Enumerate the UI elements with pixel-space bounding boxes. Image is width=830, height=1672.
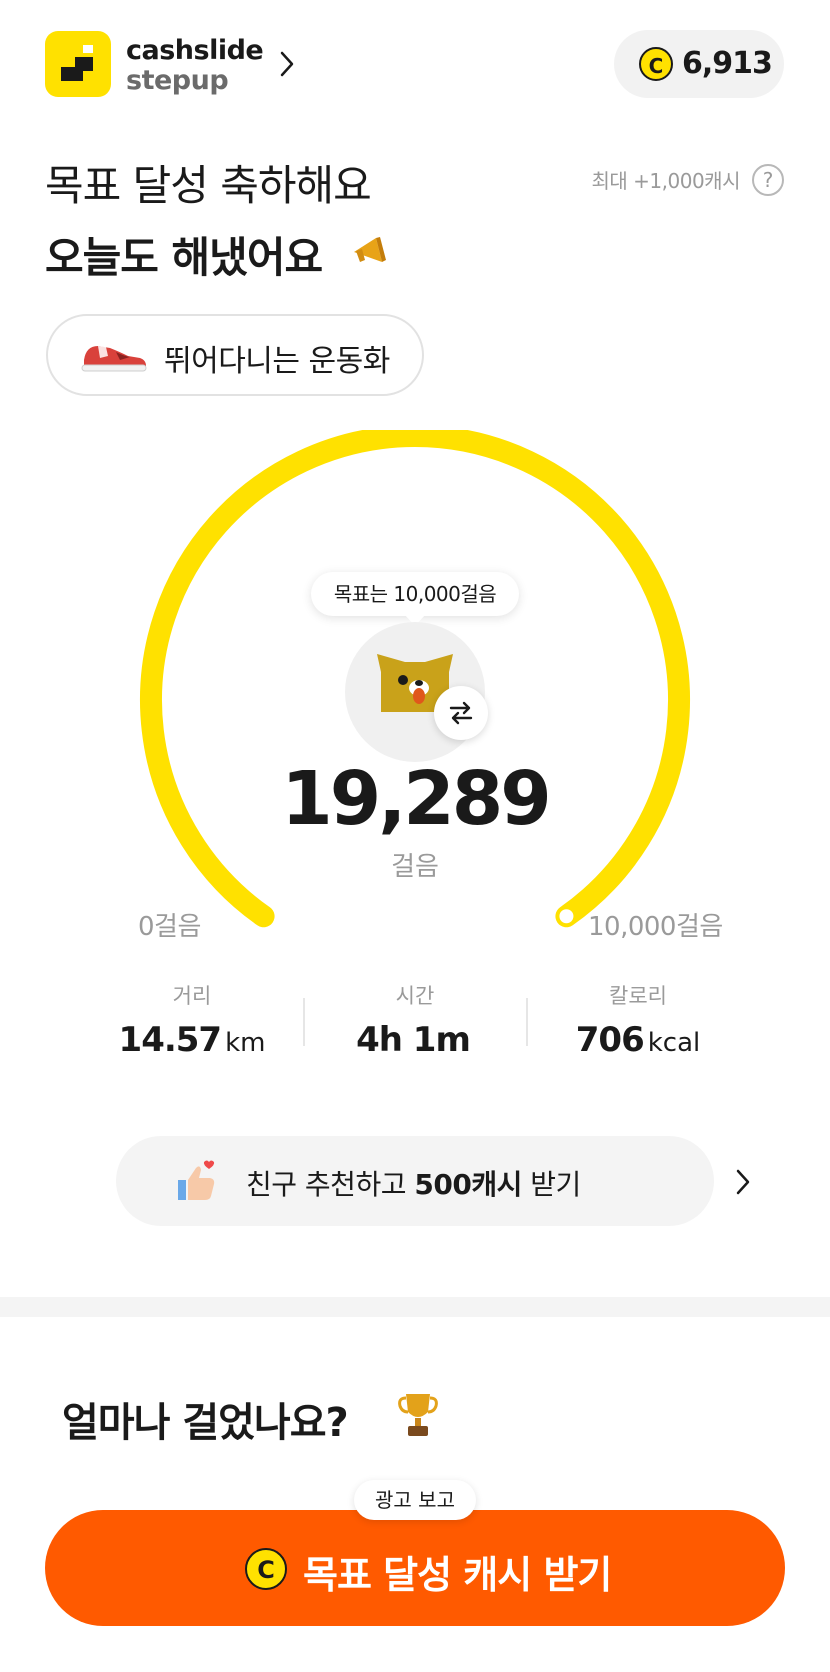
- header: cashslide stepup C 6,913: [0, 0, 830, 130]
- stat-unit: km: [225, 1028, 266, 1058]
- section-title: 얼마나 걸었나요?: [62, 1400, 349, 1446]
- section-divider: [0, 1297, 830, 1317]
- page-title: 목표 달성 축하해요: [45, 161, 372, 210]
- brand-link[interactable]: cashslide stepup: [126, 35, 264, 96]
- shoe-label: 뛰어다니는 운동화: [164, 344, 390, 379]
- gauge-end-dot: [559, 909, 574, 924]
- page-subtitle: 오늘도 해냈어요: [45, 233, 323, 282]
- step-count: 19,289: [281, 756, 552, 842]
- megaphone-icon: [354, 237, 386, 262]
- brand-subname: stepup: [126, 65, 229, 96]
- step-gauge: 목표는 10,000걸음 19,289 걸음 0걸음 10,000걸음: [0, 430, 830, 950]
- gauge-min-label: 0걸음: [138, 912, 201, 942]
- swap-icon: [449, 701, 473, 725]
- friend-referral-text: 친구 추천하고 500캐시 받기: [246, 1168, 581, 1201]
- gauge-max-label: 10,000걸음: [588, 912, 723, 942]
- stat-label: 칼로리: [609, 984, 667, 1008]
- stat-label: 시간: [395, 984, 435, 1008]
- brand-name: cashslide: [126, 35, 264, 66]
- stat-value: 14.57: [118, 1020, 223, 1060]
- claim-reward-label: 목표 달성 캐시 받기: [303, 1553, 612, 1597]
- ad-label: 광고 보고: [354, 1480, 476, 1520]
- friend-referral-banner[interactable]: 친구 추천하고 500캐시 받기: [116, 1136, 750, 1226]
- chevron-right-icon[interactable]: [278, 50, 296, 78]
- stat-calories: 칼로리 706 kcal: [523, 980, 753, 1060]
- shoe-selector[interactable]: 뛰어다니는 운동화: [46, 314, 424, 396]
- points-value: 6,913: [682, 46, 773, 81]
- stat-unit: kcal: [647, 1028, 701, 1058]
- coin-icon: C: [245, 1548, 287, 1590]
- chevron-right-icon: [736, 1169, 750, 1195]
- stat-value: 4h 1m: [356, 1020, 471, 1060]
- claim-reward-button[interactable]: C 목표 달성 캐시 받기: [45, 1510, 785, 1626]
- thumbs-up-icon: [178, 1160, 215, 1200]
- logo-icon[interactable]: [45, 31, 111, 97]
- stat-value: 706: [575, 1020, 645, 1060]
- activity-stats: 거리 14.57 km 시간 4h 1m 칼로리 706 kcal: [0, 980, 830, 1080]
- stat-time: 시간 4h 1m: [300, 980, 530, 1060]
- step-unit: 걸음: [391, 852, 439, 882]
- swap-button[interactable]: [434, 686, 488, 740]
- trophy-icon: [398, 1394, 438, 1436]
- max-reward-note: 최대 +1,000캐시: [591, 169, 741, 193]
- points-balance[interactable]: C 6,913: [614, 30, 784, 98]
- sneaker-icon: [81, 346, 147, 372]
- goal-bubble: 목표는 10,000걸음: [311, 572, 519, 616]
- help-icon[interactable]: ?: [752, 164, 784, 196]
- stat-distance: 거리 14.57 km: [77, 980, 307, 1060]
- coin-icon: C: [639, 47, 673, 81]
- stat-label: 거리: [172, 984, 212, 1008]
